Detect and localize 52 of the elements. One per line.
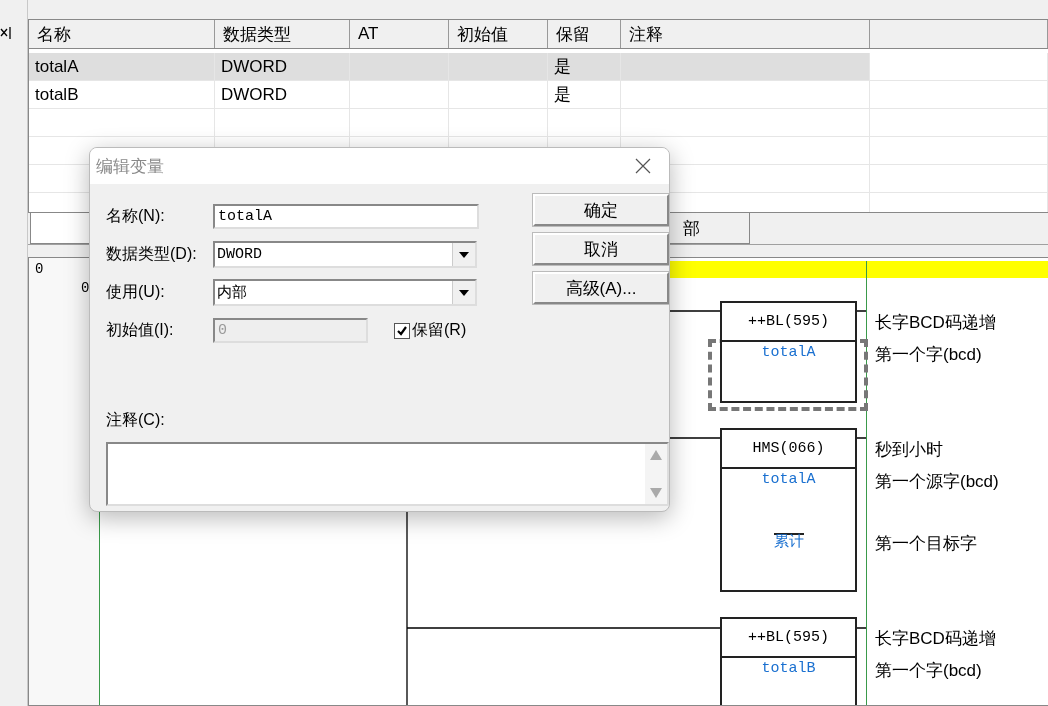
dropdown-field[interactable]: DWORD <box>213 241 477 268</box>
dialog-title: 编辑变量 <box>96 155 164 178</box>
table-cell: totalA <box>35 56 79 77</box>
close-icon[interactable] <box>0 26 12 40</box>
dialog-button[interactable]: 高级(A)... <box>533 272 669 304</box>
operand-label: totalB <box>761 660 816 679</box>
table-cell: DWORD <box>221 84 288 105</box>
dropdown-field[interactable]: 内部 <box>213 279 477 306</box>
instruction-comment: 第一个源字(bcd) <box>875 471 999 493</box>
instruction-comment: 第一个字(bcd) <box>875 660 982 682</box>
instruction-comment: 第一个目标字 <box>875 533 977 555</box>
instruction-mnemonic: ++BL(595) <box>722 619 855 658</box>
column-header[interactable]: 名称 <box>29 20 215 48</box>
retain-checkbox[interactable]: 保留(R) <box>394 320 467 341</box>
table-row[interactable]: totalA DWORD 是 <box>29 53 1048 81</box>
input-field[interactable]: totalA <box>213 204 479 229</box>
operand-label: totalA <box>761 471 816 490</box>
field-label: 名称(N): <box>106 206 166 226</box>
column-header[interactable]: 注释 <box>621 20 870 48</box>
checkmark-icon <box>396 324 408 337</box>
instruction-block[interactable]: ++BL(595) totalB <box>720 617 857 705</box>
column-header[interactable]: 数据类型 <box>215 20 350 48</box>
instruction-block[interactable]: ++BL(595) totalA <box>720 301 857 403</box>
instruction-comment: 秒到小时 <box>875 439 943 461</box>
dropdown-arrow-icon[interactable] <box>459 251 469 258</box>
column-header[interactable]: 初始值 <box>449 20 548 48</box>
table-cell: totalB <box>35 84 79 105</box>
rung-number: 0 <box>35 261 44 277</box>
column-header[interactable]: 保留 <box>548 20 621 48</box>
table-cell-text: 是 <box>554 56 571 78</box>
instruction-mnemonic: HMS(066) <box>722 430 855 469</box>
field-label: 初始值(I): <box>106 320 175 340</box>
field-label: 使用(U): <box>106 282 166 302</box>
instruction-comment: 长字BCD码递增 <box>875 628 996 650</box>
dialog-button[interactable]: 确定 <box>533 194 669 226</box>
table-cell-text: 是 <box>554 84 571 106</box>
table-row[interactable]: totalB DWORD 是 <box>29 81 1048 109</box>
field-label: 数据类型(D): <box>106 244 198 264</box>
rung-number: 0 <box>81 280 90 296</box>
field-label: 注释(C): <box>106 410 166 430</box>
instruction-mnemonic: ++BL(595) <box>722 303 855 342</box>
close-icon[interactable] <box>635 158 651 174</box>
comment-text-area[interactable] <box>106 442 669 506</box>
instruction-block[interactable]: HMS(066) totalA 累计 <box>720 428 857 592</box>
dropdown-arrow-icon[interactable] <box>459 289 469 296</box>
instruction-comment: 长字BCD码递增 <box>875 312 996 334</box>
column-header[interactable]: AT <box>350 20 449 48</box>
operand-label: 累计 <box>773 533 804 552</box>
instruction-comment: 第一个字(bcd) <box>875 344 982 366</box>
operand-label: totalA <box>761 344 816 363</box>
dialog-button[interactable]: 取消 <box>533 233 669 265</box>
table-cell: DWORD <box>221 56 288 77</box>
